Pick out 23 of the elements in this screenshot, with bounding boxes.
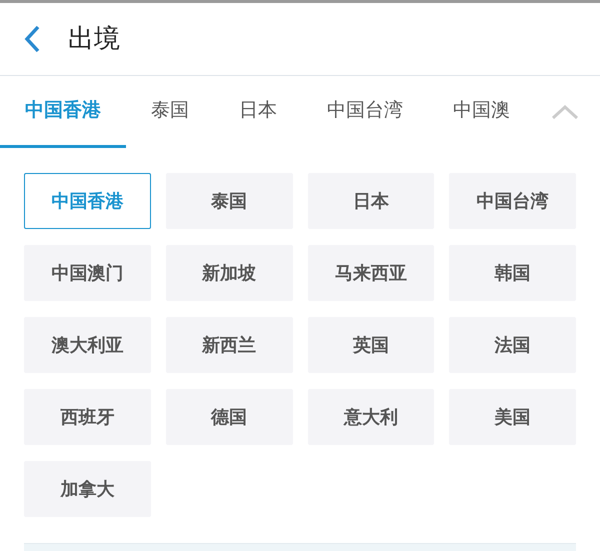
tab[interactable]: 中国澳 [428, 76, 530, 148]
region-option[interactable]: 新西兰 [166, 317, 292, 373]
region-option[interactable]: 加拿大 [24, 461, 151, 517]
region-option[interactable]: 西班牙 [24, 389, 151, 445]
region-option[interactable]: 美国 [449, 389, 576, 445]
region-option[interactable]: 中国澳门 [24, 245, 151, 301]
region-option[interactable]: 新加坡 [166, 245, 292, 301]
tab[interactable]: 日本 [214, 76, 302, 148]
region-option[interactable]: 意大利 [308, 389, 434, 445]
tab[interactable]: 泰国 [126, 76, 214, 148]
region-option[interactable]: 马来西亚 [308, 245, 434, 301]
region-option[interactable]: 日本 [308, 173, 434, 229]
region-option[interactable]: 德国 [166, 389, 292, 445]
region-option[interactable]: 中国香港 [24, 173, 151, 229]
region-option[interactable]: 韩国 [449, 245, 576, 301]
region-option[interactable]: 法国 [449, 317, 576, 373]
region-option[interactable]: 泰国 [166, 173, 292, 229]
page-title: 出境 [68, 22, 120, 56]
region-option[interactable]: 英国 [308, 317, 434, 373]
tab[interactable]: 中国台湾 [302, 76, 428, 148]
region-option[interactable]: 中国台湾 [449, 173, 576, 229]
region-option[interactable]: 澳大利亚 [24, 317, 151, 373]
tab[interactable]: 中国香港 [0, 76, 126, 148]
